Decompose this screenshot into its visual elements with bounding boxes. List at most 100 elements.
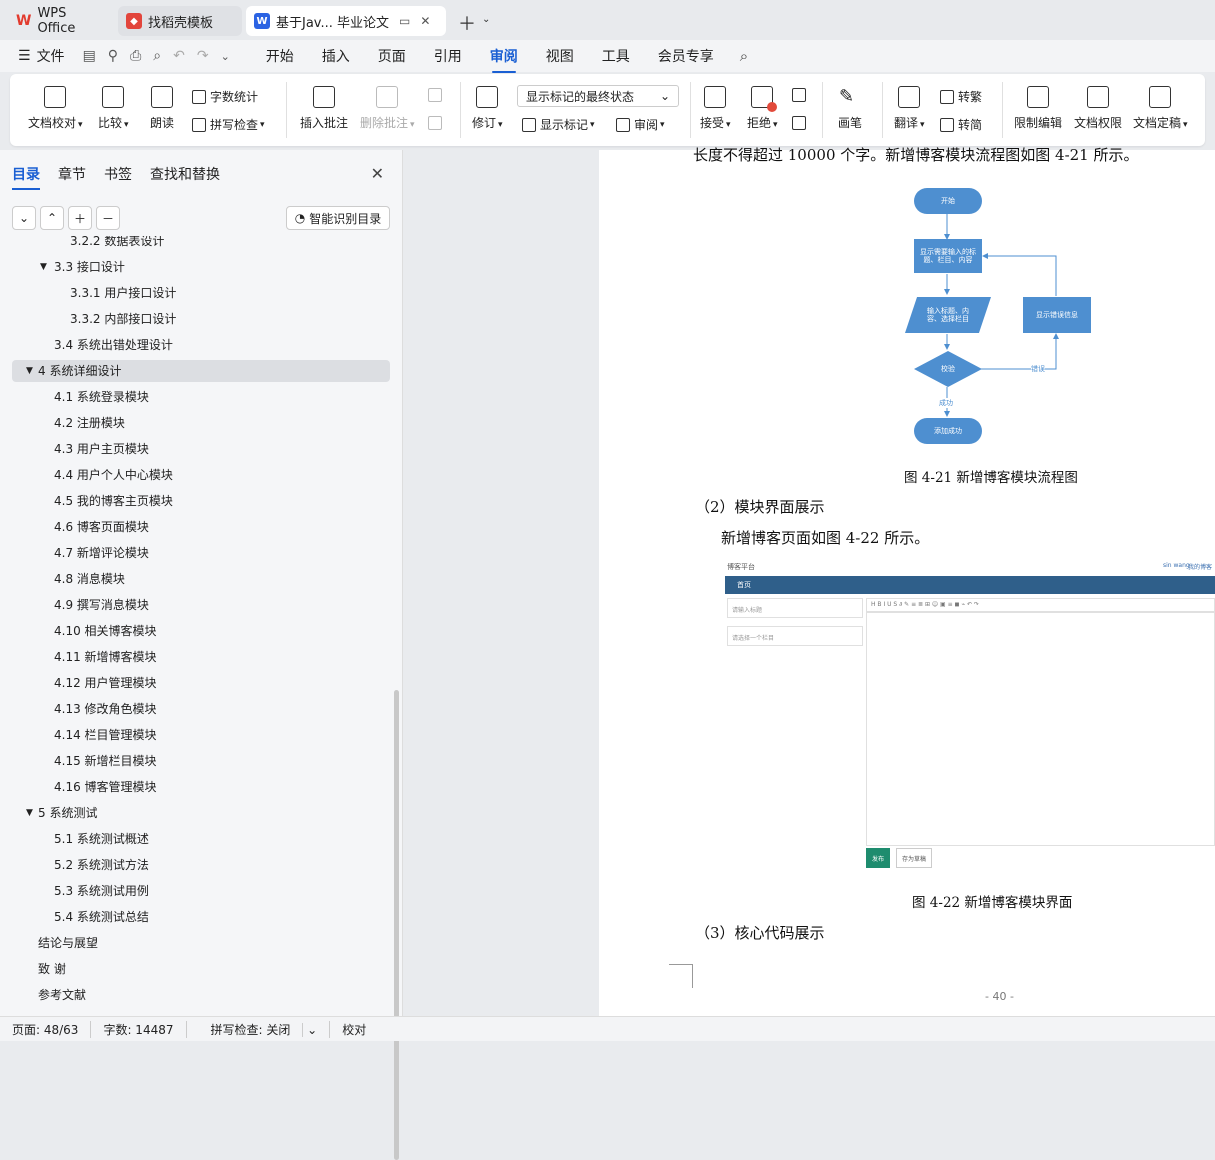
toc-item[interactable]: 4.6 博客页面模块: [54, 516, 149, 538]
flow-done: 添加成功: [914, 418, 982, 444]
reject-button[interactable]: 拒绝 ▾: [747, 86, 778, 131]
spell-check-button[interactable]: 拼写检查 ▾: [192, 116, 265, 133]
prev-comment-icon[interactable]: [428, 88, 446, 102]
expand-down-icon[interactable]: ⌄: [12, 206, 36, 230]
collapse-up-icon[interactable]: ⌃: [40, 206, 64, 230]
undo-icon[interactable]: ↶: [173, 48, 185, 64]
toc-item[interactable]: 4.11 新增博客模块: [54, 646, 157, 668]
window-restore-icon[interactable]: ▭: [399, 14, 410, 28]
toc-item[interactable]: 4.5 我的博客主页模块: [54, 490, 173, 512]
toc-item[interactable]: 5 系统测试: [38, 802, 97, 824]
translate-button[interactable]: 翻译 ▾: [894, 86, 925, 131]
status-proof[interactable]: 校对: [330, 1021, 378, 1038]
toc-item[interactable]: 4.10 相关博客模块: [54, 620, 157, 642]
redo-icon[interactable]: ↷: [197, 48, 209, 64]
toc-item[interactable]: 4.12 用户管理模块: [54, 672, 157, 694]
compare-button[interactable]: 比较 ▾: [98, 86, 129, 131]
toc-item[interactable]: 4.7 新增评论模块: [54, 542, 149, 564]
search-icon[interactable]: ⌕: [740, 47, 748, 65]
menu-tools[interactable]: 工具: [602, 46, 630, 66]
tab-document[interactable]: W 基于Jav... 毕业论文 ▭ ✕: [246, 6, 446, 36]
toc-item[interactable]: 参考文献: [38, 984, 86, 1006]
toc-item[interactable]: 4.14 栏目管理模块: [54, 724, 157, 746]
to-simplified-button[interactable]: 转简: [940, 116, 982, 133]
toc-item[interactable]: 4 系统详细设计: [38, 360, 121, 382]
toc-item[interactable]: 3.3 接口设计: [54, 256, 125, 278]
status-spell[interactable]: 拼写检查: 关闭 ⌄: [187, 1020, 331, 1038]
toc-item[interactable]: 4.3 用户主页模块: [54, 438, 149, 460]
tab-wps-office[interactable]: W WPS Office: [8, 6, 114, 36]
close-pane-icon[interactable]: ✕: [371, 164, 384, 183]
toc-collapse-icon[interactable]: ▼: [40, 256, 47, 278]
smart-toc-button[interactable]: ◔ 智能识别目录: [286, 206, 390, 230]
word-count-button[interactable]: 字数统计: [192, 88, 258, 105]
toc-item[interactable]: 3.3.2 内部接口设计: [70, 308, 176, 330]
menu-member[interactable]: 会员专享: [658, 46, 714, 66]
toc-item[interactable]: 4.16 博客管理模块: [54, 776, 157, 798]
toc-item[interactable]: 4.1 系统登录模块: [54, 386, 149, 408]
close-tab-icon[interactable]: ✕: [420, 14, 430, 28]
add-heading-icon[interactable]: ＋: [68, 206, 92, 230]
tab-list-chevron-icon[interactable]: ⌄: [482, 14, 490, 25]
toc-item[interactable]: 5.4 系统测试总结: [54, 906, 149, 928]
share-link-icon[interactable]: ⚲: [108, 48, 118, 64]
toc-item[interactable]: 5.1 系统测试概述: [54, 828, 149, 850]
next-change-icon[interactable]: [792, 116, 810, 130]
toc-item[interactable]: 4.13 修改角色模块: [54, 698, 157, 720]
restrict-editing-button[interactable]: 限制编辑: [1014, 86, 1062, 131]
toc-item[interactable]: 3.2.2 数据表设计: [70, 236, 164, 252]
toc-scrollbar[interactable]: [394, 690, 399, 1160]
menu-page[interactable]: 页面: [378, 46, 406, 66]
toc-item[interactable]: 3.3.1 用户接口设计: [70, 282, 176, 304]
menu-view[interactable]: 视图: [546, 46, 574, 66]
toc-item[interactable]: 4.2 注册模块: [54, 412, 125, 434]
new-tab-button[interactable]: ＋: [458, 10, 476, 36]
toc-item[interactable]: 5.3 系统测试用例: [54, 880, 149, 902]
read-aloud-button[interactable]: 朗读: [150, 86, 174, 131]
toc-collapse-icon[interactable]: ▼: [26, 360, 33, 382]
print-preview-icon[interactable]: ⌕: [153, 48, 161, 64]
toc-collapse-icon[interactable]: ▼: [26, 802, 33, 824]
menu-references[interactable]: 引用: [434, 46, 462, 66]
toc-item[interactable]: 5.2 系统测试方法: [54, 854, 149, 876]
delete-comment-button[interactable]: 删除批注 ▾: [360, 86, 415, 131]
quick-access-chevron-icon[interactable]: ⌄: [221, 50, 230, 63]
review-pane-button[interactable]: 审阅 ▾: [616, 116, 665, 133]
file-menu[interactable]: ☰ 文件: [18, 46, 65, 66]
finalize-button[interactable]: 文档定稿 ▾: [1133, 86, 1188, 131]
insert-comment-button[interactable]: 插入批注: [300, 86, 348, 131]
toc-item[interactable]: 4.9 撰写消息模块: [54, 594, 149, 616]
accept-button[interactable]: 接受 ▾: [700, 86, 731, 131]
to-traditional-button[interactable]: 转繁: [940, 88, 982, 105]
tab-bookmarks[interactable]: 书签: [104, 164, 132, 190]
prev-change-icon[interactable]: [792, 88, 810, 102]
doc-proof-button[interactable]: 文档校对 ▾: [28, 86, 83, 131]
tab-docer-templates[interactable]: ◆ 找稻壳模板: [118, 6, 242, 36]
toc-item[interactable]: 4.15 新增栏目模块: [54, 750, 157, 772]
page-number: - 40 -: [985, 990, 1014, 1003]
tab-chapters[interactable]: 章节: [58, 164, 86, 190]
remove-heading-icon[interactable]: －: [96, 206, 120, 230]
toc-item[interactable]: 4.8 消息模块: [54, 568, 125, 590]
next-comment-icon[interactable]: [428, 116, 446, 130]
toc-item[interactable]: 3.4 系统出错处理设计: [54, 334, 173, 356]
tab-toc[interactable]: 目录: [12, 164, 40, 190]
reject-icon: [751, 86, 778, 112]
toc-item[interactable]: 结论与展望: [38, 932, 98, 954]
save-icon[interactable]: ▤: [83, 48, 96, 64]
status-page[interactable]: 页面: 48/63: [0, 1020, 92, 1038]
print-icon[interactable]: ⎙: [130, 48, 141, 64]
track-changes-button[interactable]: 修订 ▾: [472, 86, 503, 131]
restrict-editing-label: 限制编辑: [1014, 116, 1063, 130]
show-markup-button[interactable]: 显示标记 ▾: [522, 116, 595, 133]
toc-item[interactable]: 致 谢: [38, 958, 66, 980]
menu-home[interactable]: 开始: [266, 46, 294, 66]
doc-permission-button[interactable]: 文档权限: [1074, 86, 1122, 131]
pen-button[interactable]: ✎ 画笔: [838, 86, 862, 131]
status-words[interactable]: 字数: 14487: [91, 1020, 187, 1038]
tab-find-replace[interactable]: 查找和替换: [150, 164, 220, 190]
toc-item[interactable]: 4.4 用户个人中心模块: [54, 464, 173, 486]
menu-insert[interactable]: 插入: [322, 46, 350, 66]
menu-review[interactable]: 审阅: [490, 46, 518, 73]
markup-state-select[interactable]: 显示标记的最终状态 ⌄: [517, 85, 679, 107]
